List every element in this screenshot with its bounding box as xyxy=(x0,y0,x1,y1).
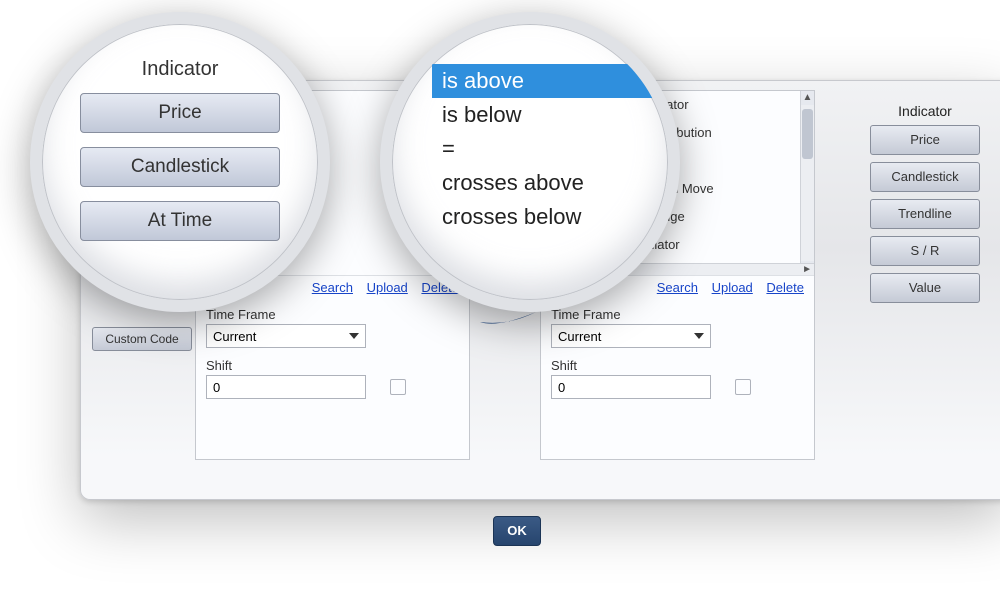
upload-link[interactable]: Upload xyxy=(712,280,753,295)
timeframe-select[interactable]: Current xyxy=(206,324,366,348)
shift-input[interactable] xyxy=(206,375,366,399)
magnifier-header: Indicator xyxy=(42,52,318,93)
value-button[interactable]: Value xyxy=(870,273,980,303)
scrollbar-vertical[interactable]: ▲ ▼ xyxy=(800,91,814,275)
timeframe-label: Time Frame xyxy=(196,301,469,324)
at-time-button-zoom[interactable]: At Time xyxy=(80,201,280,241)
timeframe-label: Time Frame xyxy=(541,301,814,324)
candlestick-button-zoom[interactable]: Candlestick xyxy=(80,147,280,187)
sr-button[interactable]: S / R xyxy=(870,236,980,266)
condition-option[interactable]: = xyxy=(432,132,668,166)
search-link[interactable]: Search xyxy=(657,280,698,295)
scroll-thumb[interactable] xyxy=(802,109,813,159)
custom-code-button[interactable]: Custom Code xyxy=(92,327,192,351)
condition-option[interactable]: is above xyxy=(432,64,668,98)
scroll-right-icon[interactable]: ► xyxy=(802,264,812,275)
magnifier-right: is above is below = crosses above crosse… xyxy=(380,12,680,312)
trendline-button[interactable]: Trendline xyxy=(870,199,980,229)
upload-link[interactable]: Upload xyxy=(367,280,408,295)
shift-checkbox[interactable] xyxy=(390,379,406,395)
candlestick-button[interactable]: Candlestick xyxy=(870,162,980,192)
magnifier-left: Indicator Price Candlestick At Time xyxy=(30,12,330,312)
condition-option[interactable]: crosses below xyxy=(432,200,668,234)
shift-input[interactable] xyxy=(551,375,711,399)
delete-link[interactable]: Delete xyxy=(766,280,804,295)
condition-option[interactable]: crosses above xyxy=(432,166,668,200)
shift-label: Shift xyxy=(541,352,814,375)
price-button-zoom[interactable]: Price xyxy=(80,93,280,133)
indicator-sidebar: Indicator Price Candlestick Trendline S … xyxy=(870,95,980,310)
sidebar-header: Indicator xyxy=(870,95,980,125)
search-link[interactable]: Search xyxy=(312,280,353,295)
shift-label: Shift xyxy=(196,352,469,375)
price-button[interactable]: Price xyxy=(870,125,980,155)
condition-option[interactable]: is below xyxy=(432,98,668,132)
timeframe-select[interactable]: Current xyxy=(551,324,711,348)
ok-button[interactable]: OK xyxy=(493,516,541,546)
scroll-up-icon[interactable]: ▲ xyxy=(801,91,814,105)
shift-checkbox[interactable] xyxy=(735,379,751,395)
